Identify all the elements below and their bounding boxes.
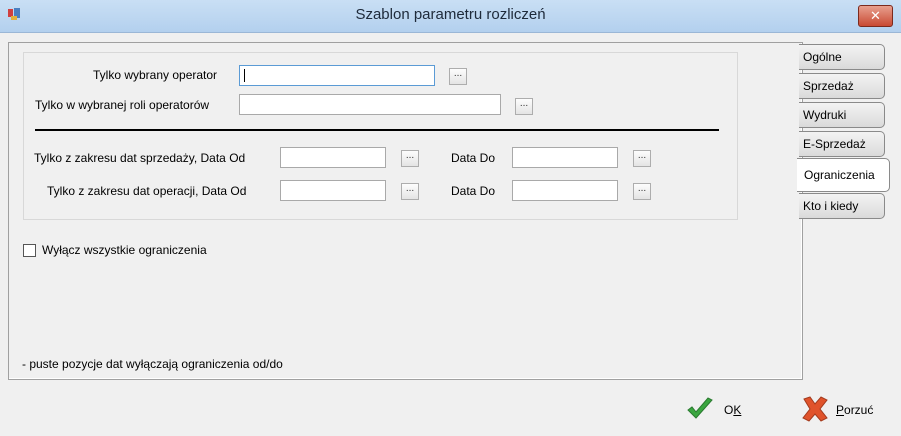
operator-input[interactable] [239,65,435,86]
op-date-to-label: Data Do [451,184,496,198]
tab-wydruki[interactable]: Wydruki [799,102,885,128]
tab-ogolne[interactable]: Ogólne [799,44,885,70]
op-date-from-input[interactable] [280,180,386,201]
cancel-x-icon [802,396,828,422]
tab-label: Ogólne [803,50,842,64]
ok-button[interactable]: OK [686,395,756,423]
close-icon: ✕ [870,8,881,23]
sale-date-to-label: Data Do [451,151,496,165]
role-input[interactable] [239,94,501,115]
tab-label: Ograniczenia [804,168,875,182]
op-date-to-picker-button[interactable]: ... [633,183,651,200]
op-date-from-label: Tylko z zakresu dat operacji, Data Od [47,184,247,198]
tab-e-sprzedaz[interactable]: E-Sprzedaż [799,131,885,157]
sale-date-from-label: Tylko z zakresu dat sprzedaży, Data Od [34,151,246,165]
window-title: Szablon parametru rozliczeń [355,6,546,23]
dialog-window: Szablon parametru rozliczeń ✕ Tylko wybr… [0,0,901,436]
tab-content-panel: Tylko wybrany operator ... Tylko w wybra… [8,42,803,380]
text-caret [244,69,245,82]
tab-label: E-Sprzedaż [803,137,866,151]
operator-label: Tylko wybrany operator [93,68,218,82]
sale-date-to-picker-button[interactable]: ... [633,150,651,167]
sale-date-from-input[interactable] [280,147,386,168]
tab-label: Wydruki [803,108,847,122]
tab-kto-i-kiedy[interactable]: Kto i kiedy [799,193,885,219]
op-date-to-input[interactable] [512,180,618,201]
disable-all-checkbox[interactable] [23,244,36,257]
cancel-label: Porzuć [836,403,874,417]
sale-date-from-picker-button[interactable]: ... [401,150,419,167]
title-bar[interactable]: Szablon parametru rozliczeń ✕ [0,0,901,33]
role-browse-button[interactable]: ... [515,98,533,115]
role-label: Tylko w wybranej roli operatorów [35,98,210,112]
tab-sprzedaz[interactable]: Sprzedaż [799,73,885,99]
separator-line [35,129,719,131]
ok-label: OK [724,403,742,417]
tab-label: Sprzedaż [803,79,854,93]
op-date-from-picker-button[interactable]: ... [401,183,419,200]
tab-label: Kto i kiedy [803,199,859,213]
check-icon [687,397,713,419]
tab-ograniczenia[interactable]: Ograniczenia [797,158,890,192]
disable-all-label[interactable]: Wyłącz wszystkie ograniczenia [42,243,207,257]
sale-date-to-input[interactable] [512,147,618,168]
close-button[interactable]: ✕ [858,5,893,27]
operator-browse-button[interactable]: ... [449,68,467,85]
cancel-button[interactable]: Porzuć [800,395,890,423]
note-text: - puste pozycje dat wyłączają ograniczen… [22,357,283,371]
